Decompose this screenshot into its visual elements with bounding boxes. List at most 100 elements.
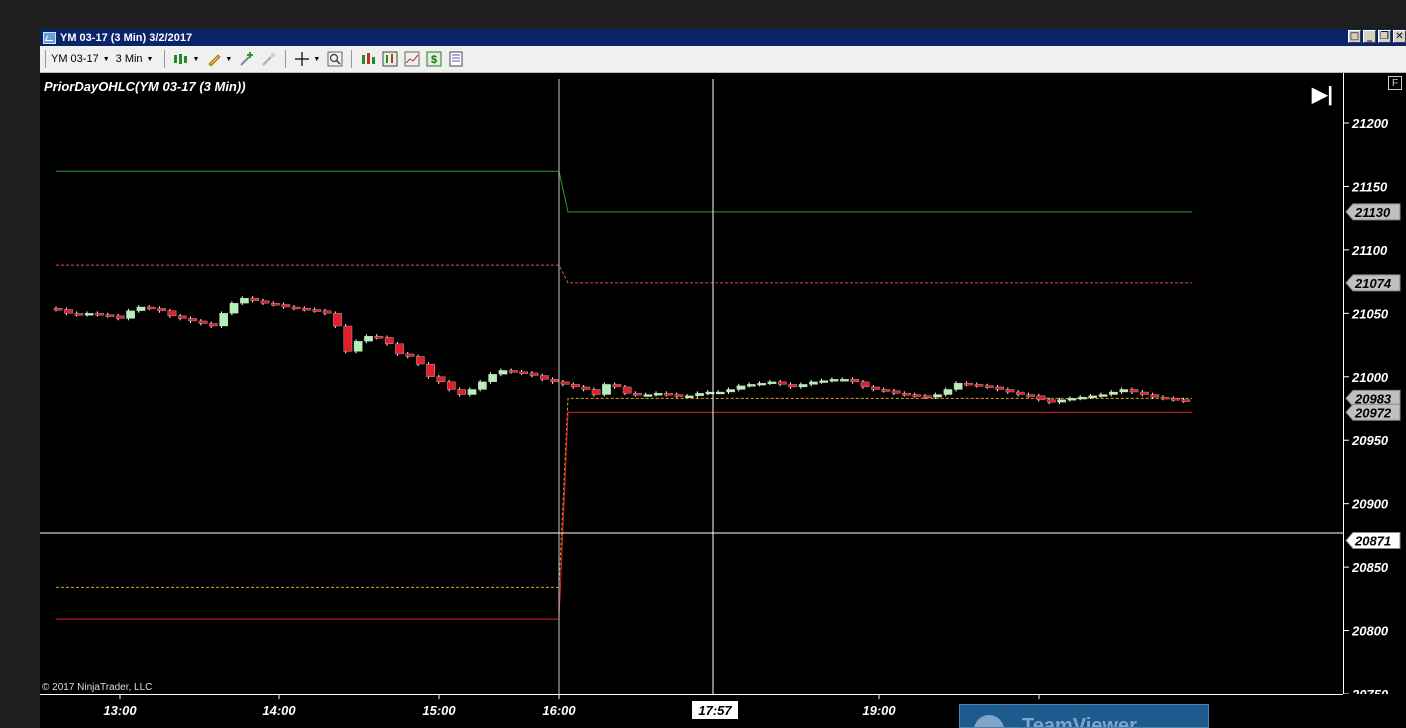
candle	[229, 301, 239, 316]
candle	[74, 311, 84, 317]
candle-body	[726, 389, 735, 393]
price-tick-label: 20800	[1351, 624, 1389, 639]
candle-body	[974, 384, 984, 387]
candle-body	[1005, 389, 1015, 393]
scroll-to-end-icon[interactable]: ▶|	[1312, 82, 1333, 107]
candle	[550, 377, 560, 384]
price-axis[interactable]: 21200 21150 21100 21050 21000 20950 20900 20850…	[1343, 73, 1406, 694]
candle-body	[1078, 396, 1087, 400]
candle-body	[1160, 396, 1170, 400]
interval-selector[interactable]: 3 Min ▼	[116, 53, 154, 65]
candle	[1036, 393, 1046, 402]
crosshair-icon[interactable]	[293, 50, 311, 68]
candle	[984, 383, 994, 389]
candle	[64, 307, 73, 316]
crosshair-time-label: 17:57	[698, 703, 732, 718]
candle-body	[881, 389, 891, 392]
candle-body	[1150, 394, 1160, 398]
candle-body	[664, 393, 673, 396]
candle-body	[757, 382, 766, 386]
candle-body	[1171, 398, 1180, 401]
candle	[374, 334, 384, 340]
candle	[364, 334, 373, 344]
prior-day-open-line	[56, 264, 1192, 284]
strategy-icon[interactable]	[260, 50, 278, 68]
drawing-pencil-icon[interactable]	[205, 50, 223, 68]
candle-body	[850, 379, 860, 383]
candle-body	[819, 380, 829, 383]
candle-body	[302, 308, 311, 311]
candle-body	[1047, 399, 1056, 403]
candle	[788, 382, 798, 389]
candle	[1171, 396, 1180, 402]
candle-body	[1181, 399, 1191, 402]
indicators-icon[interactable]	[381, 50, 399, 68]
copyright-notice: © 2017 NinjaTrader, LLC	[42, 682, 153, 693]
candle	[1160, 395, 1170, 401]
price-marker-label: 20871	[1354, 533, 1391, 548]
price-chart[interactable]	[40, 73, 1343, 694]
candle	[291, 305, 301, 311]
chevron-down-icon[interactable]: ▼	[192, 56, 199, 63]
candle-body	[146, 306, 156, 310]
candle	[591, 387, 601, 397]
candle-body	[871, 386, 880, 390]
chart-trader-icon[interactable]	[403, 50, 421, 68]
candle	[240, 296, 249, 306]
candle-body	[188, 318, 197, 322]
minimize-small-button[interactable]: □	[1348, 30, 1361, 43]
add-indicator-icon[interactable]	[238, 50, 256, 68]
candle	[188, 316, 197, 323]
candle	[250, 296, 260, 303]
candle	[219, 311, 229, 328]
teamviewer-popup[interactable]: TeamViewer	[959, 704, 1209, 728]
bar-type-icon[interactable]	[172, 50, 190, 68]
candle-body	[674, 394, 684, 397]
prior-day-lines	[56, 170, 1192, 620]
dollar-icon[interactable]: $	[425, 50, 443, 68]
candle-body	[809, 381, 818, 385]
prior-day-high-line	[56, 170, 1192, 213]
toolbar-separator	[164, 50, 166, 68]
price-tick-label: 21150	[1351, 179, 1388, 194]
candle	[509, 368, 518, 374]
candle-body	[540, 375, 549, 380]
candle-body	[612, 384, 622, 388]
candle-body	[943, 389, 953, 395]
candle-body	[581, 386, 591, 390]
minimize-button[interactable]: _	[1363, 30, 1376, 43]
candle	[602, 382, 611, 397]
candle	[488, 372, 498, 384]
candle-body	[229, 303, 239, 314]
chevron-down-icon[interactable]: ▼	[225, 56, 232, 63]
price-marker-label: 20972	[1354, 405, 1392, 420]
candle-body	[167, 310, 177, 317]
candle	[902, 391, 911, 397]
candle	[1067, 396, 1077, 402]
candle	[302, 306, 311, 312]
properties-icon[interactable]	[447, 50, 465, 68]
candle-body	[922, 395, 932, 398]
candle	[912, 392, 922, 398]
chevron-down-icon[interactable]: ▼	[313, 56, 320, 63]
close-button[interactable]: ✕	[1393, 30, 1406, 43]
data-series-icon[interactable]	[359, 50, 377, 68]
title-bar[interactable]: YM 03-17 (3 Min) 3/2/2017 □ _ ❐ ✕	[40, 29, 1406, 46]
instrument-selector[interactable]: YM 03-17 ▼	[51, 53, 110, 65]
candle	[467, 387, 477, 397]
candle	[943, 387, 953, 397]
candle	[53, 306, 63, 312]
candle-body	[95, 313, 104, 316]
f-button[interactable]: F	[1388, 76, 1402, 90]
candle	[1015, 390, 1025, 397]
candle-body	[1036, 395, 1046, 400]
chart-app-icon	[43, 31, 56, 44]
price-marker: 20972	[1345, 403, 1401, 421]
zoom-icon[interactable]	[326, 50, 344, 68]
candle	[478, 379, 487, 392]
teamviewer-text: TeamViewer	[1022, 715, 1137, 728]
candle-body	[312, 309, 322, 312]
restore-button[interactable]: ❐	[1378, 30, 1391, 43]
chevron-down-icon: ▼	[146, 55, 154, 63]
candle	[436, 374, 446, 384]
